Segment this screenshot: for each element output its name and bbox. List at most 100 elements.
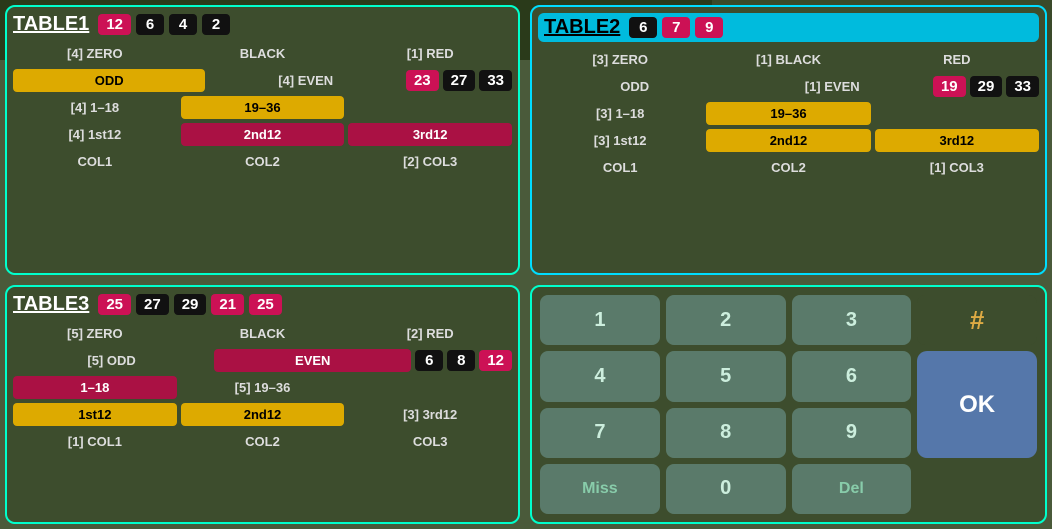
key-0[interactable]: 0 [666,464,786,514]
table2-col2[interactable]: COL2 [706,156,870,179]
table1-badge-23[interactable]: 23 [406,70,439,91]
table3-2nd12[interactable]: 2nd12 [181,403,345,426]
table2-zero[interactable]: [3] ZERO [538,48,702,71]
key-4[interactable]: 4 [540,351,660,401]
table2-col1[interactable]: COL1 [538,156,702,179]
table3-col1[interactable]: [1] COL1 [13,430,177,453]
table1-row-dozens: [4] 1st12 2nd12 3rd12 [13,123,512,146]
table2-badge-33[interactable]: 33 [1006,76,1039,97]
table3-badge-27: 27 [136,294,169,315]
table2-19-36[interactable]: 19–36 [706,102,870,125]
table1-19-36[interactable]: 19–36 [181,96,345,119]
table2-black[interactable]: [1] BLACK [706,48,870,71]
table1-row-odd: ODD [4] EVEN 23 27 33 [13,69,512,92]
table3-badge-29: 29 [174,294,207,315]
key-9[interactable]: 9 [792,408,912,458]
key-7[interactable]: 7 [540,408,660,458]
table1-col2[interactable]: COL2 [181,150,345,173]
table3-odd[interactable]: [5] ODD [13,349,210,372]
table2-row-odd: ODD [1] EVEN 19 29 33 [538,75,1039,98]
table2-badge-19[interactable]: 19 [933,76,966,97]
table1-odd[interactable]: ODD [13,69,205,92]
table3-red[interactable]: [2] RED [348,322,512,345]
table2-col3[interactable]: [1] COL3 [875,156,1039,179]
table2-title: TABLE2 [544,16,620,39]
table2-row-zero: [3] ZERO [1] BLACK RED [538,48,1039,71]
key-1[interactable]: 1 [540,295,660,345]
table3-1st12[interactable]: 1st12 [13,403,177,426]
key-5[interactable]: 5 [666,351,786,401]
table3-badge-8[interactable]: 8 [447,350,475,371]
table1-col1[interactable]: COL1 [13,150,177,173]
table1-2nd12[interactable]: 2nd12 [181,123,345,146]
table3-badges-6-8-12: 6 8 12 [415,350,512,371]
table1-badge-12: 12 [98,14,131,35]
table3-col3[interactable]: COL3 [348,430,512,453]
table1-badge-33[interactable]: 33 [479,70,512,91]
key-hash[interactable]: # [917,295,1037,345]
key-3[interactable]: 3 [792,295,912,345]
key-2[interactable]: 2 [666,295,786,345]
table3-row-ranges: 1–18 [5] 19–36 [13,376,512,399]
table2-row-cols: COL1 COL2 [1] COL3 [538,156,1039,179]
table3-title: TABLE3 [13,293,89,316]
table3-1-18[interactable]: 1–18 [13,376,177,399]
table2-odd[interactable]: ODD [538,75,731,98]
table2-row-dozens: [3] 1st12 2nd12 3rd12 [538,129,1039,152]
table3-header: TABLE3 25 27 29 21 25 [13,293,512,316]
table3-col2[interactable]: COL2 [181,430,345,453]
table1-3rd12[interactable]: 3rd12 [348,123,512,146]
table2-header: TABLE2 6 7 9 [538,13,1039,42]
table3-row-dozens: 1st12 2nd12 [3] 3rd12 [13,403,512,426]
table3-badge-12[interactable]: 12 [479,350,512,371]
main-grid: TABLE1 12 6 4 2 [4] ZERO BLACK [1] RED O… [0,0,1052,529]
table1-row-zero: [4] ZERO BLACK [1] RED [13,42,512,65]
table3-badge-25a: 25 [98,294,131,315]
table2-range-empty [875,110,1039,118]
table3-zero[interactable]: [5] ZERO [13,322,177,345]
table2-3rd12[interactable]: 3rd12 [875,129,1039,152]
table1-col3[interactable]: [2] COL3 [348,150,512,173]
table1-row-ranges: [4] 1–18 19–36 [13,96,512,119]
key-miss[interactable]: Miss [540,464,660,514]
table3-3rd12[interactable]: [3] 3rd12 [348,403,512,426]
table1-red[interactable]: [1] RED [348,42,512,65]
table3-19-36[interactable]: [5] 19–36 [181,376,345,399]
key-6[interactable]: 6 [792,351,912,401]
table2-row-ranges: [3] 1–18 19–36 [538,102,1039,125]
table1-1st12[interactable]: [4] 1st12 [13,123,177,146]
table3-even[interactable]: EVEN [214,349,411,372]
table1-1-18[interactable]: [4] 1–18 [13,96,177,119]
table1-black[interactable]: BLACK [181,42,345,65]
table3-row-cols: [1] COL1 COL2 COL3 [13,430,512,453]
key-8[interactable]: 8 [666,408,786,458]
table2-2nd12[interactable]: 2nd12 [706,129,870,152]
table1-range-empty [348,104,512,112]
table3-panel: TABLE3 25 27 29 21 25 [5] ZERO BLACK [2]… [5,285,520,524]
table2-badge-6: 6 [629,17,657,38]
table1-badge-27[interactable]: 27 [443,70,476,91]
table2-1st12[interactable]: [3] 1st12 [538,129,702,152]
table1-badge-4: 4 [169,14,197,35]
table2-badge-29[interactable]: 29 [970,76,1003,97]
table3-row-odd: [5] ODD EVEN 6 8 12 [13,349,512,372]
table2-panel: TABLE2 6 7 9 [3] ZERO [1] BLACK RED ODD … [530,5,1047,275]
table1-header: TABLE1 12 6 4 2 [13,13,512,36]
table3-badge-6[interactable]: 6 [415,350,443,371]
table1-row-cols: COL1 COL2 [2] COL3 [13,150,512,173]
table1-even[interactable]: [4] EVEN [209,69,401,92]
key-del[interactable]: Del [792,464,912,514]
table2-badge-7: 7 [662,17,690,38]
table2-even[interactable]: [1] EVEN [735,75,928,98]
table3-range-empty [348,384,512,392]
table2-red[interactable]: RED [875,48,1039,71]
table2-badges-19-29-33: 19 29 33 [933,76,1039,97]
table2-badge-9: 9 [695,17,723,38]
table2-1-18[interactable]: [3] 1–18 [538,102,702,125]
table3-black[interactable]: BLACK [181,322,345,345]
table1-badges-23-27-33: 23 27 33 [406,70,512,91]
table1-badge-2: 2 [202,14,230,35]
table1-zero[interactable]: [4] ZERO [13,42,177,65]
table3-badge-25b: 25 [249,294,282,315]
key-ok[interactable]: OK [917,351,1037,458]
